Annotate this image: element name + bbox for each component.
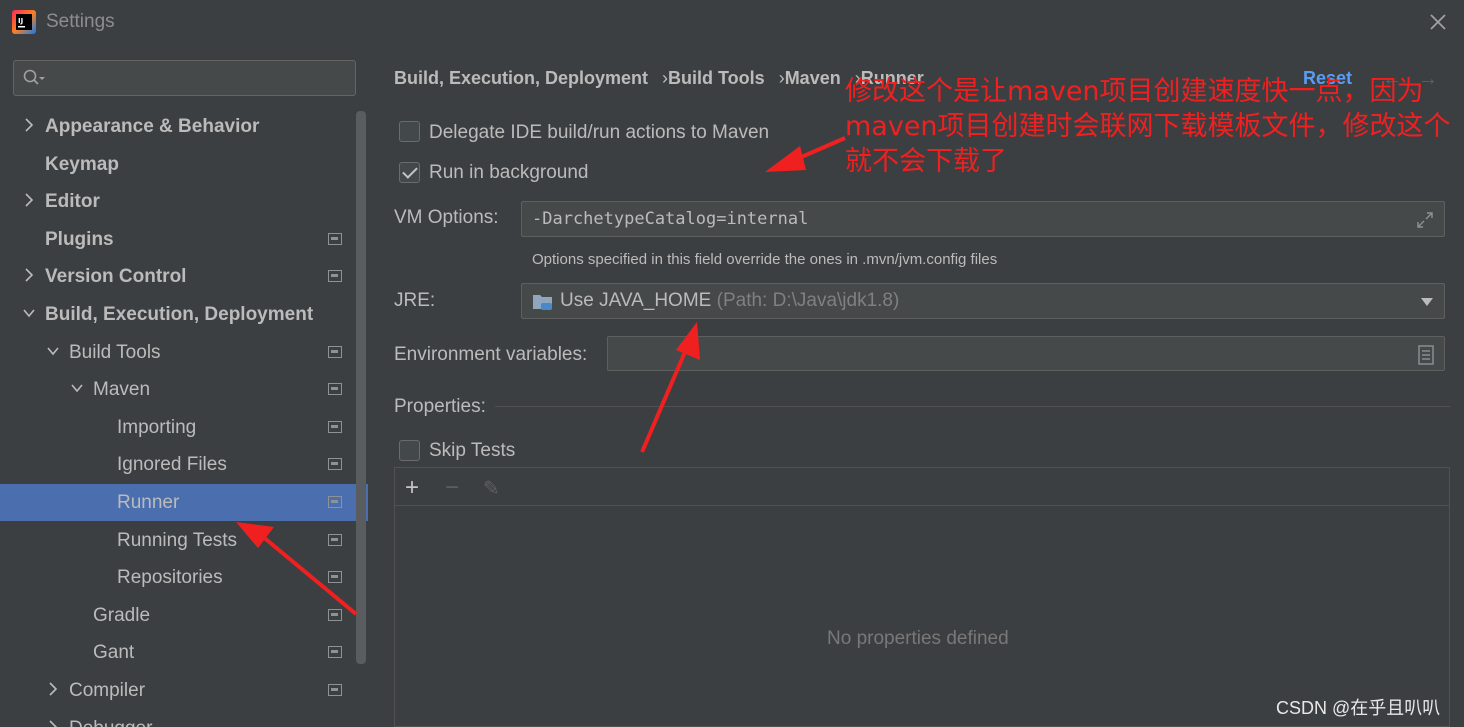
- sidebar-item-runner[interactable]: Runner: [0, 484, 368, 521]
- project-scope-icon: [328, 571, 342, 584]
- annotation-line-2: maven项目创建时会联网下载模板文件，修改这个: [845, 111, 1451, 142]
- sidebar-item-appearance-behavior[interactable]: Appearance & Behavior: [0, 108, 355, 145]
- sidebar-item-label: Version Control: [45, 266, 187, 288]
- properties-label: Properties:: [394, 396, 486, 417]
- breadcrumb-build-tools: Build Tools: [668, 68, 765, 88]
- sidebar-item-label: Build, Execution, Deployment: [45, 304, 314, 325]
- remove-icon[interactable]: −: [445, 474, 459, 502]
- jre-dropdown[interactable]: Use JAVA_HOME (Path: D:\Java\jdk1.8): [521, 283, 1445, 319]
- sidebar-item-label: Debugger: [69, 718, 152, 727]
- sidebar-item-label: Maven: [93, 379, 151, 401]
- project-scope-icon: [328, 420, 342, 433]
- chevron-down-icon[interactable]: [22, 306, 36, 320]
- close-icon[interactable]: [1426, 10, 1450, 34]
- settings-search-input[interactable]: [13, 60, 356, 96]
- environment-variables-field[interactable]: [607, 336, 1445, 371]
- expand-icon[interactable]: [1416, 211, 1434, 229]
- properties-table: + − ✎ No properties defined: [394, 467, 1450, 727]
- empty-properties-text: No properties defined: [827, 628, 1009, 649]
- chevron-right-icon[interactable]: [46, 682, 60, 696]
- csdn-watermark: CSDN @在乎且叭叭: [1276, 698, 1441, 718]
- breadcrumb-maven: Maven: [784, 68, 841, 88]
- window-title: Settings: [46, 11, 115, 32]
- project-scope-icon: [328, 345, 342, 358]
- sidebar-item-debugger[interactable]: Debugger: [0, 710, 355, 727]
- vm-options-hint: Options specified in this field override…: [532, 251, 998, 268]
- delegate-checkbox[interactable]: [399, 121, 420, 142]
- sidebar-item-maven[interactable]: Maven: [0, 371, 355, 408]
- sidebar-item-label: Ignored Files: [117, 454, 227, 476]
- project-scope-icon: [328, 608, 342, 621]
- delegate-label: Delegate IDE build/run actions to Maven: [429, 122, 770, 143]
- chevron-down-icon[interactable]: [46, 344, 60, 358]
- run-in-background-checkbox[interactable]: [399, 162, 420, 183]
- jre-label: JRE:: [394, 290, 436, 311]
- edit-icon[interactable]: ✎: [483, 476, 500, 501]
- chevron-right-icon[interactable]: [46, 720, 60, 727]
- settings-sidebar: Appearance & Behavior Keymap Editor Plugins…: [0, 44, 368, 727]
- sidebar-item-label: Editor: [45, 191, 100, 213]
- sidebar-item-label: Running Tests: [117, 529, 238, 551]
- sidebar-item-label: Importing: [117, 416, 197, 438]
- sidebar-item-label: Appearance & Behavior: [45, 116, 260, 137]
- vm-options-value: -DarchetypeCatalog=internal: [532, 209, 809, 229]
- sidebar-item-editor[interactable]: Editor: [0, 183, 355, 220]
- chevron-right-icon[interactable]: [22, 118, 36, 132]
- document-icon[interactable]: [1418, 345, 1434, 365]
- intellij-app-icon: IJ: [12, 10, 36, 34]
- sidebar-item-gant[interactable]: Gant: [0, 634, 355, 671]
- sidebar-item-version-control[interactable]: Version Control: [0, 258, 355, 295]
- annotation-line-3: 就不会下载了: [845, 146, 1007, 177]
- sidebar-item-repositories[interactable]: Repositories: [0, 559, 355, 596]
- sidebar-item-build-tools[interactable]: Build Tools: [0, 334, 355, 371]
- svg-text:IJ: IJ: [18, 17, 23, 25]
- sidebar-item-ignored-files[interactable]: Ignored Files: [0, 446, 355, 483]
- chevron-right-icon[interactable]: [22, 193, 36, 207]
- sidebar-item-label: Runner: [117, 492, 180, 513]
- sidebar-item-gradle[interactable]: Gradle: [0, 597, 355, 634]
- sidebar-item-label: Build Tools: [69, 341, 161, 363]
- project-scope-icon: [328, 270, 342, 283]
- tree-scrollbar[interactable]: [356, 111, 366, 664]
- project-scope-icon: [328, 383, 342, 396]
- title-bar: IJ Settings: [0, 0, 1464, 44]
- annotation-line-1: 修改这个是让maven项目创建速度快一点，因为: [845, 76, 1424, 107]
- vm-options-field[interactable]: -DarchetypeCatalog=internal: [521, 201, 1445, 237]
- properties-toolbar: + − ✎: [395, 468, 1449, 506]
- project-scope-icon: [328, 646, 342, 659]
- skip-tests-checkbox[interactable]: [399, 440, 420, 461]
- breadcrumb-build-execution: Build, Execution, Deployment: [394, 68, 649, 88]
- project-scope-icon: [328, 496, 342, 508]
- project-scope-icon: [328, 684, 342, 696]
- run-in-background-label: Run in background: [429, 162, 589, 183]
- sidebar-item-keymap[interactable]: Keymap: [0, 146, 355, 183]
- chevron-down-icon[interactable]: [70, 381, 84, 395]
- sidebar-item-compiler[interactable]: Compiler: [0, 672, 355, 709]
- folder-icon: [533, 295, 552, 310]
- environment-variables-label: Environment variables:: [394, 344, 588, 365]
- chevron-down-icon: [1421, 298, 1433, 306]
- add-icon[interactable]: +: [405, 474, 419, 502]
- sidebar-item-build-execution-deployment[interactable]: Build, Execution, Deployment: [0, 296, 355, 333]
- sidebar-item-label: Gradle: [93, 604, 151, 626]
- sidebar-item-importing[interactable]: Importing: [0, 409, 355, 446]
- sidebar-item-label: Gant: [93, 642, 135, 664]
- jre-value-main: Use JAVA_HOME: [560, 290, 712, 311]
- skip-tests-label: Skip Tests: [429, 440, 516, 461]
- chevron-right-icon[interactable]: [22, 268, 36, 282]
- sidebar-item-label: Keymap: [45, 153, 119, 175]
- sidebar-item-label: Plugins: [45, 228, 114, 250]
- sidebar-item-label: Repositories: [117, 567, 223, 589]
- sidebar-item-plugins[interactable]: Plugins: [0, 221, 355, 258]
- search-icon: [23, 69, 45, 85]
- jre-path: (Path: D:\Java\jdk1.8): [716, 290, 900, 311]
- sidebar-item-running-tests[interactable]: Running Tests: [0, 522, 355, 559]
- jre-value: Use JAVA_HOME (Path: D:\Java\jdk1.8): [560, 290, 899, 312]
- project-scope-icon: [328, 533, 342, 546]
- sidebar-item-label: Compiler: [69, 680, 146, 701]
- vm-options-label: VM Options:: [394, 207, 499, 228]
- project-scope-icon: [328, 458, 342, 471]
- project-scope-icon: [328, 232, 342, 245]
- properties-separator: [495, 406, 1450, 407]
